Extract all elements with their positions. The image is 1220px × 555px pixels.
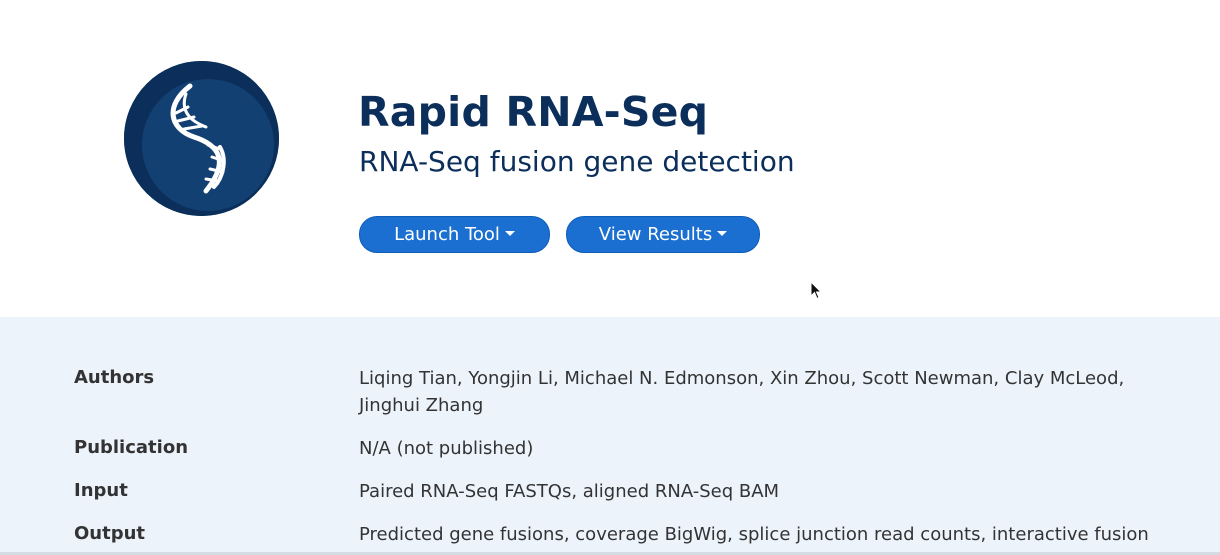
output-value: Predicted gene fusions, coverage BigWig,… <box>359 524 1149 555</box>
launch-tool-button[interactable]: Launch Tool <box>359 216 550 253</box>
tool-page: Rapid RNA-Seq RNA-Seq fusion gene detect… <box>0 0 1220 555</box>
view-results-label: View Results <box>598 224 713 245</box>
dna-helix-icon <box>124 61 279 216</box>
mouse-pointer-icon <box>810 281 822 300</box>
tool-details: Authors Liqing Tian, Yongjin Li, Michael… <box>0 317 1220 555</box>
caret-down-icon <box>717 231 728 236</box>
authors-value: Liqing Tian, Yongjin Li, Michael N. Edmo… <box>359 368 1125 416</box>
page-subtitle: RNA-Seq fusion gene detection <box>359 145 795 178</box>
publication-value: N/A (not published) <box>359 438 534 459</box>
publication-label: Publication <box>74 437 189 458</box>
launch-tool-label: Launch Tool <box>394 224 500 245</box>
page-title: Rapid RNA-Seq <box>358 88 709 136</box>
tool-header: Rapid RNA-Seq RNA-Seq fusion gene detect… <box>0 0 1220 317</box>
caret-down-icon <box>504 231 515 236</box>
output-label: Output <box>74 523 146 544</box>
authors-label: Authors <box>74 367 155 388</box>
input-label: Input <box>74 480 128 501</box>
input-value: Paired RNA-Seq FASTQs, aligned RNA-Seq B… <box>359 481 780 502</box>
view-results-button[interactable]: View Results <box>566 216 760 253</box>
